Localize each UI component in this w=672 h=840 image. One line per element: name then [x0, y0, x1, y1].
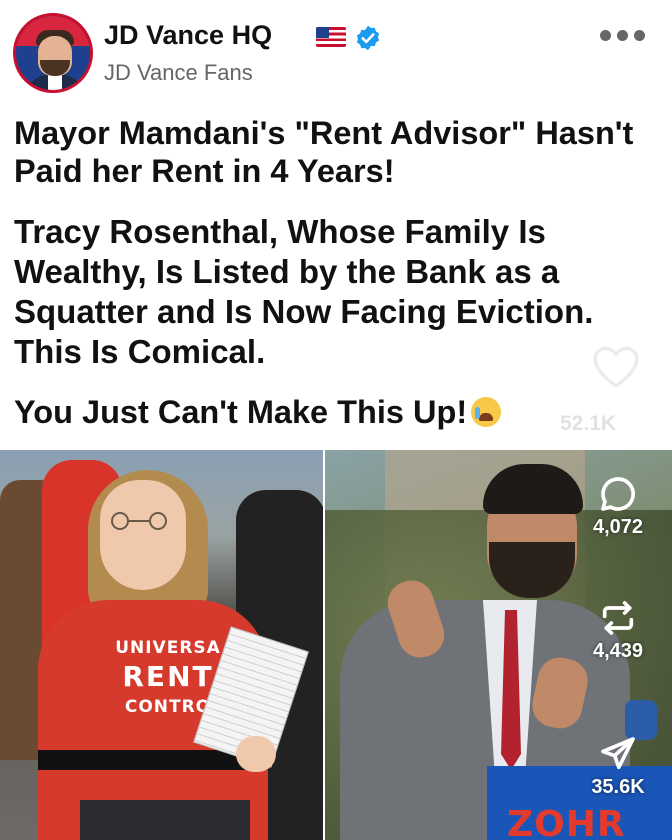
account-subtitle[interactable]: JD Vance Fans	[104, 60, 253, 86]
like-button[interactable]	[586, 343, 646, 389]
photo-tracy-rosenthal[interactable]: UNIVERSA RENT CONTRO	[0, 450, 323, 840]
like-count: 52.1K	[560, 412, 617, 435]
share-count: 35.6K	[591, 776, 645, 798]
more-options-icon[interactable]	[600, 30, 646, 44]
post-media[interactable]: UNIVERSA RENT CONTRO ZOHR	[0, 450, 672, 840]
avatar[interactable]	[13, 13, 93, 93]
comment-count: 4,072	[592, 516, 644, 538]
post-header: JD Vance HQ JD Vance Fans	[0, 0, 672, 100]
tagline-text: You Just Can't Make This Up!	[14, 394, 468, 430]
verified-check-icon	[356, 25, 380, 51]
repost-button[interactable]: 4,439	[588, 598, 648, 663]
us-flag-icon	[316, 27, 346, 47]
repost-count: 4,439	[592, 640, 644, 662]
comment-button[interactable]: 4,072	[588, 474, 648, 539]
headline-title: Mayor Mamdani's "Rent Advisor" Hasn't Pa…	[14, 115, 634, 189]
repost-icon	[602, 601, 634, 635]
crying-laughing-emoji	[471, 397, 502, 427]
comment-icon	[601, 477, 635, 511]
account-name[interactable]: JD Vance HQ	[104, 20, 272, 51]
heart-icon	[593, 346, 639, 388]
share-icon	[601, 737, 635, 770]
share-button[interactable]: 35.6K	[588, 734, 648, 799]
podium-text: ZOHR	[507, 804, 626, 840]
glasses	[111, 512, 167, 530]
headline-subtitle: Tracy Rosenthal, Whose Family Is Wealthy…	[14, 213, 594, 370]
